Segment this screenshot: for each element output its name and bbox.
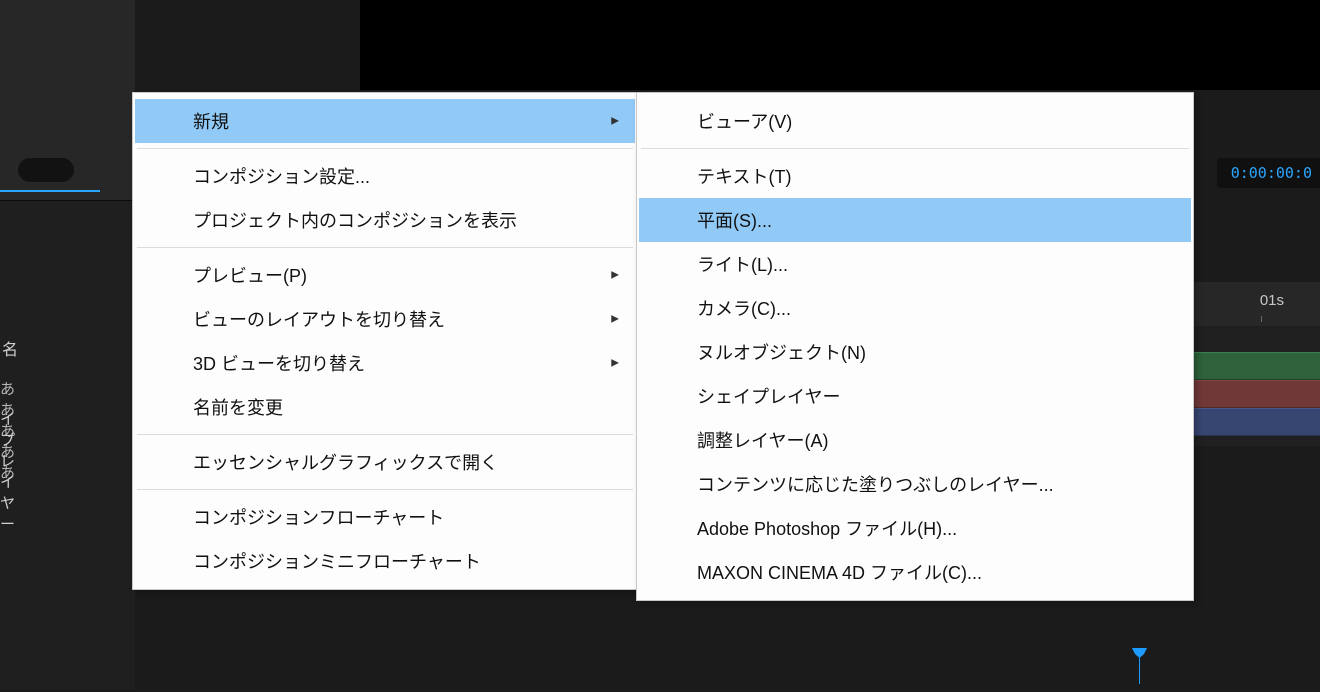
layer-bar-2[interactable] bbox=[1180, 380, 1320, 408]
menu-item-label: 平面(S)... bbox=[697, 207, 1173, 233]
playhead-line[interactable] bbox=[1139, 654, 1140, 684]
menu-item[interactable]: ヌルオブジェクト(N) bbox=[639, 330, 1191, 374]
menu-item-label: コンポジション設定... bbox=[193, 163, 617, 189]
time-ruler-tick bbox=[1261, 316, 1262, 322]
menu-item[interactable]: プロジェクト内のコンポジションを表示 bbox=[135, 198, 635, 242]
playhead-icon[interactable] bbox=[1132, 648, 1147, 658]
menu-separator bbox=[137, 434, 633, 435]
menu-item-label: 新規 bbox=[193, 108, 617, 134]
menu-item-label: カメラ(C)... bbox=[697, 295, 1173, 321]
menu-item[interactable]: 平面(S)... bbox=[639, 198, 1191, 242]
menu-separator bbox=[137, 247, 633, 248]
menu-item[interactable]: コンポジションミニフローチャート bbox=[135, 539, 635, 583]
menu-item[interactable]: MAXON CINEMA 4D ファイル(C)... bbox=[639, 550, 1191, 594]
menu-item[interactable]: カメラ(C)... bbox=[639, 286, 1191, 330]
menu-item[interactable]: ビューのレイアウトを切り替え▶ bbox=[135, 297, 635, 341]
menu-separator bbox=[137, 489, 633, 490]
menu-item[interactable]: プレビュー(P)▶ bbox=[135, 253, 635, 297]
menu-item[interactable]: コンポジション設定... bbox=[135, 154, 635, 198]
menu-item-label: コンポジションフローチャート bbox=[193, 504, 617, 530]
menu-item-label: コンポジションミニフローチャート bbox=[193, 548, 617, 574]
context-menu-composition[interactable]: 新規▶コンポジション設定...プロジェクト内のコンポジションを表示プレビュー(P… bbox=[132, 92, 638, 590]
menu-item-label: ビューのレイアウトを切り替え bbox=[193, 306, 617, 332]
panel-divider bbox=[0, 200, 135, 201]
layer-name-2[interactable]: イプレイヤー bbox=[0, 408, 15, 534]
menu-item-label: ヌルオブジェクト(N) bbox=[697, 339, 1173, 365]
submenu-new[interactable]: ビューア(V) テキスト(T) 平面(S)... ライト(L)... カメラ(C)...… bbox=[636, 92, 1194, 601]
menu-separator bbox=[641, 148, 1189, 149]
current-timecode[interactable]: 0:00:00:0 bbox=[1217, 158, 1320, 188]
menu-item-label: ライト(L)... bbox=[697, 251, 1173, 277]
menu-item-label: Adobe Photoshop ファイル(H)... bbox=[697, 515, 1173, 541]
toggle-switch[interactable] bbox=[18, 158, 74, 182]
menu-item[interactable]: ビューア(V) bbox=[639, 99, 1191, 143]
menu-item-label: プロジェクト内のコンポジションを表示 bbox=[193, 207, 617, 233]
time-ruler-label: 01s bbox=[1260, 292, 1284, 309]
menu-item[interactable]: Adobe Photoshop ファイル(H)... bbox=[639, 506, 1191, 550]
menu-item-label: テキスト(T) bbox=[697, 163, 1173, 189]
menu-item[interactable]: コンテンツに応じた塗りつぶしのレイヤー... bbox=[639, 462, 1191, 506]
layer-bar-1[interactable] bbox=[1180, 352, 1320, 380]
menu-item[interactable]: 名前を変更 bbox=[135, 385, 635, 429]
menu-item-label: コンテンツに応じた塗りつぶしのレイヤー... bbox=[697, 471, 1173, 497]
time-ruler[interactable] bbox=[1180, 282, 1320, 326]
menu-item-label: シェイプレイヤー bbox=[697, 383, 1173, 409]
menu-item[interactable]: 調整レイヤー(A) bbox=[639, 418, 1191, 462]
menu-item-label: エッセンシャルグラフィックスで開く bbox=[193, 449, 617, 475]
column-header-source-name: 名 bbox=[2, 336, 18, 360]
menu-item[interactable]: 3D ビューを切り替え▶ bbox=[135, 341, 635, 385]
menu-item-label: ビューア(V) bbox=[697, 108, 1173, 134]
timeline-panel-left bbox=[0, 200, 135, 690]
menu-item-label: 名前を変更 bbox=[193, 394, 617, 420]
menu-item-label: MAXON CINEMA 4D ファイル(C)... bbox=[697, 559, 1173, 585]
menu-item[interactable]: エッセンシャルグラフィックスで開く bbox=[135, 440, 635, 484]
menu-item-label: 3D ビューを切り替え bbox=[193, 350, 617, 376]
layer-bar-3[interactable] bbox=[1180, 408, 1320, 436]
menu-separator bbox=[137, 148, 633, 149]
menu-item[interactable]: テキスト(T) bbox=[639, 154, 1191, 198]
menu-item[interactable]: シェイプレイヤー bbox=[639, 374, 1191, 418]
composition-viewer[interactable] bbox=[360, 0, 1320, 90]
menu-item[interactable]: 新規▶ bbox=[135, 99, 635, 143]
menu-item-label: 調整レイヤー(A) bbox=[697, 427, 1173, 453]
menu-item[interactable]: ライト(L)... bbox=[639, 242, 1191, 286]
active-tab-underline bbox=[0, 190, 100, 192]
menu-item-label: プレビュー(P) bbox=[193, 262, 617, 288]
menu-item[interactable]: コンポジションフローチャート bbox=[135, 495, 635, 539]
